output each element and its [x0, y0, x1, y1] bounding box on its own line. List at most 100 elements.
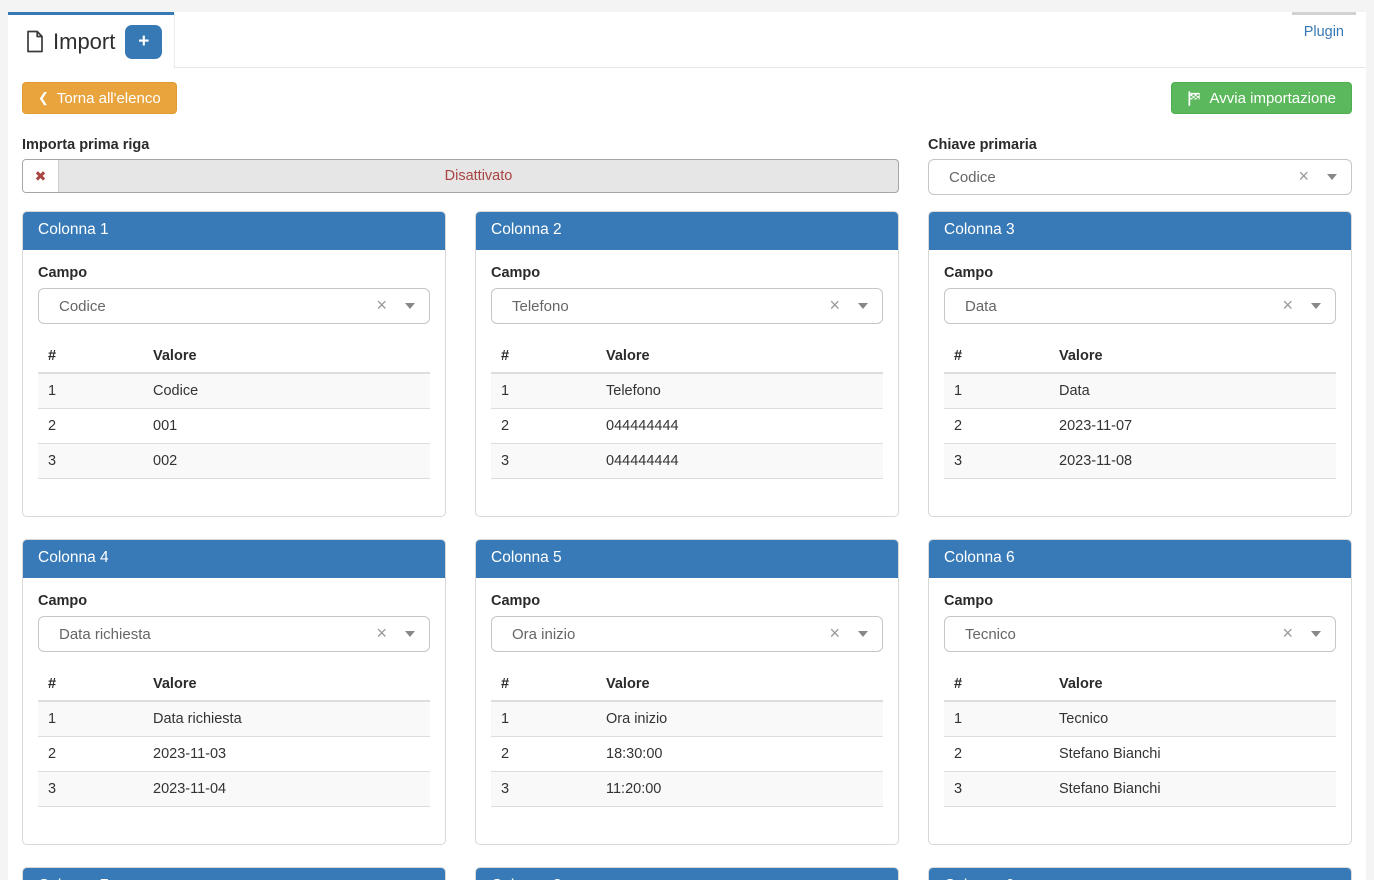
chevron-down-icon[interactable] — [858, 631, 868, 637]
x-clear-icon[interactable]: × — [1282, 623, 1305, 646]
values-table: # Valore 1Data richiesta22023-11-0332023… — [38, 668, 430, 807]
field-label: Campo — [38, 593, 430, 609]
column-card: Colonna 8 — [475, 867, 899, 880]
field-select-value: Ora inizio — [512, 626, 829, 643]
table-row: 1Tecnico — [944, 701, 1336, 737]
row-index: 2 — [38, 409, 143, 444]
column-card-title: Colonna 7 — [23, 868, 445, 880]
table-row: 2044444444 — [491, 409, 883, 444]
index-column-header: # — [491, 340, 596, 373]
index-column-header: # — [38, 668, 143, 701]
field-label: Campo — [38, 265, 430, 281]
row-value: 2023-11-07 — [1049, 409, 1336, 444]
row-index: 1 — [38, 373, 143, 409]
toolbar: ❮ Torna all'elenco Avvia i — [22, 82, 1352, 114]
file-icon — [26, 30, 44, 53]
index-column-header: # — [944, 668, 1049, 701]
field-select[interactable]: Ora inizio × — [491, 616, 883, 652]
column-card-title: Colonna 3 — [929, 212, 1351, 250]
row-value: Data richiesta — [143, 701, 430, 737]
row-value: 044444444 — [596, 409, 883, 444]
start-import-button[interactable]: Avvia importazione — [1171, 82, 1352, 114]
field-select[interactable]: Data × — [944, 288, 1336, 324]
x-clear-icon[interactable]: × — [376, 295, 399, 318]
primary-key-value: Codice — [949, 169, 1298, 186]
x-mark-icon[interactable]: ✖ — [23, 160, 59, 192]
values-table-header: # Valore — [38, 668, 430, 701]
index-column-header: # — [38, 340, 143, 373]
value-column-header: Valore — [1049, 340, 1336, 373]
tab-import[interactable]: Import + — [8, 12, 174, 68]
values-table-header: # Valore — [944, 340, 1336, 373]
tab-bar: Import + Plugin — [8, 12, 1366, 68]
first-row-toggle-state[interactable]: Disattivato — [59, 160, 898, 192]
column-card: Colonna 4 Campo Data richiesta × # Valor… — [22, 539, 446, 845]
flag-checkered-icon — [1187, 91, 1202, 106]
table-row: 1Data — [944, 373, 1336, 409]
value-column-header: Valore — [596, 340, 883, 373]
x-clear-icon[interactable]: × — [376, 623, 399, 646]
first-row-label: Importa prima riga — [22, 137, 899, 153]
row-value: Telefono — [596, 373, 883, 409]
primary-key-label: Chiave primaria — [928, 137, 1352, 153]
column-card-title: Colonna 8 — [476, 868, 898, 880]
column-card-body: Campo Data × # Valore 1Data22023-11-0732… — [929, 250, 1351, 494]
main-panel: Import + Plugin ❮ Torna all'elenco — [8, 12, 1366, 880]
column-card: Colonna 1 Campo Codice × # Valore 1Codic… — [22, 211, 446, 517]
column-card-title: Colonna 9 — [929, 868, 1351, 880]
value-column-header: Valore — [143, 340, 430, 373]
row-index: 2 — [944, 409, 1049, 444]
field-select[interactable]: Data richiesta × — [38, 616, 430, 652]
chevron-down-icon[interactable] — [405, 303, 415, 309]
chevron-down-icon[interactable] — [1311, 631, 1321, 637]
add-tab-button[interactable]: + — [125, 25, 162, 59]
table-row: 218:30:00 — [491, 737, 883, 772]
row-value: Stefano Bianchi — [1049, 737, 1336, 772]
value-column-header: Valore — [1049, 668, 1336, 701]
table-row: 1Codice — [38, 373, 430, 409]
x-clear-icon[interactable]: × — [829, 295, 852, 318]
row-value: 044444444 — [596, 444, 883, 479]
field-select-value: Data richiesta — [59, 626, 376, 643]
row-value: Data — [1049, 373, 1336, 409]
table-row: 1Ora inizio — [491, 701, 883, 737]
primary-key-select[interactable]: Codice × — [928, 159, 1352, 195]
table-row: 2001 — [38, 409, 430, 444]
table-row: 311:20:00 — [491, 772, 883, 807]
field-select[interactable]: Telefono × — [491, 288, 883, 324]
table-row: 2Stefano Bianchi — [944, 737, 1336, 772]
column-card-body: Campo Telefono × # Valore 1Telefono20444… — [476, 250, 898, 494]
column-card-title: Colonna 1 — [23, 212, 445, 250]
values-table: # Valore 1Telefono20444444443044444444 — [491, 340, 883, 479]
table-row: 22023-11-03 — [38, 737, 430, 772]
values-table: # Valore 1Data22023-11-0732023-11-08 — [944, 340, 1336, 479]
table-row: 3044444444 — [491, 444, 883, 479]
values-table-header: # Valore — [491, 668, 883, 701]
row-value: Tecnico — [1049, 701, 1336, 737]
tab-plugin[interactable]: Plugin — [1292, 12, 1356, 67]
first-row-toggle[interactable]: ✖ Disattivato — [22, 159, 899, 193]
row-index: 3 — [491, 444, 596, 479]
row-value: 001 — [143, 409, 430, 444]
chevron-down-icon[interactable] — [1311, 303, 1321, 309]
x-clear-icon[interactable]: × — [1282, 295, 1305, 318]
column-card-title: Colonna 2 — [476, 212, 898, 250]
field-select[interactable]: Tecnico × — [944, 616, 1336, 652]
values-table-header: # Valore — [491, 340, 883, 373]
row-index: 1 — [944, 373, 1049, 409]
chevron-down-icon[interactable] — [405, 631, 415, 637]
back-to-list-button[interactable]: ❮ Torna all'elenco — [22, 82, 177, 114]
value-column-header: Valore — [143, 668, 430, 701]
chevron-down-icon[interactable] — [858, 303, 868, 309]
x-clear-icon[interactable]: × — [1298, 166, 1321, 189]
column-card: Colonna 6 Campo Tecnico × # Valore 1Tecn… — [928, 539, 1352, 845]
page-title: Import — [26, 29, 115, 55]
column-card-body: Campo Ora inizio × # Valore 1Ora inizio2… — [476, 578, 898, 822]
chevron-down-icon[interactable] — [1327, 174, 1337, 180]
back-to-list-label: Torna all'elenco — [57, 90, 161, 107]
import-options-row: Importa prima riga ✖ Disattivato Chiave … — [22, 137, 1352, 195]
field-select-value: Data — [965, 298, 1282, 315]
x-clear-icon[interactable]: × — [829, 623, 852, 646]
field-select[interactable]: Codice × — [38, 288, 430, 324]
row-index: 3 — [491, 772, 596, 807]
